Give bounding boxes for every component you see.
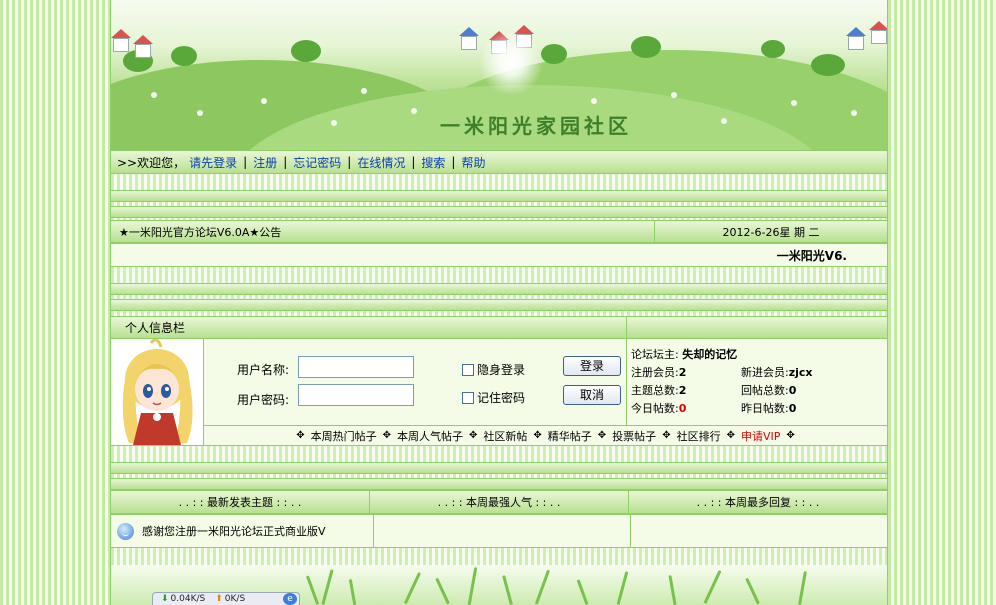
owner-label: 论坛坛主: <box>631 348 679 361</box>
login-link[interactable]: 请先登录 <box>189 154 237 171</box>
nav-separator: | <box>243 155 248 169</box>
today-value: 0 <box>678 402 687 415</box>
divider-strip <box>111 283 887 295</box>
personal-info-panel: 用户名称: 用户密码: 隐身登录 记住密码 登录 取消 论坛坛主: 失却的记忆 … <box>111 339 887 446</box>
top-nav: >>欢迎您， 请先登录 | 注册 | 忘记密码 | 在线情况 | 搜索 | 帮助 <box>111 150 887 174</box>
most-replies-cell <box>631 515 887 547</box>
poll-posts-link[interactable]: 投票帖子 <box>612 428 656 444</box>
latest-topics-cell: 感谢您注册一米阳光论坛正式商业版V <box>111 515 374 547</box>
members-value: 2 <box>678 366 687 379</box>
remember-password-label: 记住密码 <box>477 391 526 405</box>
sun-sparkle <box>476 28 546 98</box>
banner-title: 一米阳光家园社区 <box>440 114 632 138</box>
avatar <box>111 339 204 445</box>
forgot-password-link[interactable]: 忘记密码 <box>293 154 341 171</box>
columns-body: 感谢您注册一米阳光论坛正式商业版V <box>111 514 887 548</box>
password-label: 用户密码: <box>237 393 290 407</box>
yesterday-value: 0 <box>788 402 797 415</box>
divider-strip <box>111 206 887 218</box>
username-input[interactable] <box>298 356 414 378</box>
site-banner: 一米阳光家园社区 <box>111 0 887 150</box>
register-link[interactable]: 注册 <box>253 154 277 171</box>
diamond-icon: ✥ <box>662 430 671 441</box>
upload-arrow-icon: ⬆ <box>215 594 223 604</box>
nav-separator: | <box>283 155 288 169</box>
forum-page: 一米阳光家园社区 >>欢迎您， 请先登录 | 注册 | 忘记密码 | 在线情况 … <box>110 0 888 605</box>
topics-value: 2 <box>678 384 687 397</box>
password-input[interactable] <box>298 384 414 406</box>
network-speed-widget: ⬇ 0.04K/S ⬆ 0K/S e <box>152 592 300 605</box>
diamond-icon: ✥ <box>597 430 607 441</box>
new-member-value[interactable]: zjcx <box>789 366 813 379</box>
diamond-icon: ✥ <box>296 430 305 441</box>
divider-strip <box>111 299 887 311</box>
weekly-popular-cell <box>374 515 631 547</box>
announcement-bar: ★一米阳光官方论坛V6.0A★公告 2012-6-26星 期 二 <box>111 220 887 243</box>
smiley-icon <box>117 522 134 540</box>
cancel-button[interactable]: 取消 <box>563 385 621 405</box>
login-button[interactable]: 登录 <box>563 356 621 376</box>
replies-label: 回帖总数: <box>741 384 789 397</box>
weekly-popular-link[interactable]: 本周人气帖子 <box>397 428 463 444</box>
search-link[interactable]: 搜索 <box>421 154 445 171</box>
weekly-popular-header: . . : : 本周最强人气 : : . . <box>437 496 561 509</box>
new-member-label: 新进会员: <box>741 366 789 379</box>
upload-speed: 0K/S <box>224 594 246 604</box>
diamond-icon: ✥ <box>786 430 795 441</box>
divider-strip <box>111 478 887 490</box>
personal-info-header: 个人信息栏 <box>111 316 887 339</box>
announcement-ticker: 一米阳光V6. <box>111 243 887 267</box>
checkbox-box[interactable] <box>462 391 474 404</box>
personal-info-title: 个人信息栏 <box>125 321 186 335</box>
announcement-title[interactable]: ★一米阳光官方论坛V6.0A★公告 <box>119 224 281 240</box>
welcome-text: >>欢迎您， <box>117 155 186 170</box>
diamond-icon: ✥ <box>469 430 478 441</box>
online-status-link[interactable]: 在线情况 <box>357 154 405 171</box>
browser-icon[interactable]: e <box>283 593 297 605</box>
nav-separator: | <box>451 155 456 169</box>
owner-value[interactable]: 失却的记忆 <box>682 348 737 361</box>
login-form: 用户名称: 用户密码: 隐身登录 记住密码 登录 取消 <box>204 339 627 425</box>
columns-header: . . : : 最新发表主题 : : . . . . : : 本周最强人气 : … <box>111 490 887 514</box>
most-replies-header: . . : : 本周最多回复 : : . . <box>696 496 820 509</box>
nav-separator: | <box>347 155 352 169</box>
divider-strip <box>111 462 887 474</box>
featured-posts-link[interactable]: 精华帖子 <box>548 428 592 444</box>
divider-strip <box>111 190 887 202</box>
rankings-link[interactable]: 社区排行 <box>677 428 721 444</box>
today-label: 今日帖数: <box>631 402 679 415</box>
hidden-login-checkbox[interactable]: 隐身登录 <box>462 361 525 378</box>
latest-topic-link[interactable]: 感谢您注册一米阳光论坛正式商业版V <box>142 523 326 539</box>
weekly-hot-link[interactable]: 本周热门帖子 <box>311 428 377 444</box>
hidden-login-label: 隐身登录 <box>477 363 526 377</box>
diamond-icon: ✥ <box>533 430 542 441</box>
diamond-icon: ✥ <box>726 430 735 441</box>
apply-vip-link[interactable]: 申请VIP <box>741 428 780 444</box>
ticker-text[interactable]: 一米阳光V6. <box>777 247 847 264</box>
new-posts-link[interactable]: 社区新帖 <box>483 428 527 444</box>
current-date: 2012-6-26星 期 二 <box>722 225 820 239</box>
quick-links: ✥ 本周热门帖子 ✥ 本周人气帖子 ✥ 社区新帖 ✥ 精华帖子 ✥ 投票帖子 ✥… <box>204 425 887 445</box>
checkbox-box[interactable] <box>462 363 474 376</box>
help-link[interactable]: 帮助 <box>461 154 485 171</box>
latest-topics-header: . . : : 最新发表主题 : : . . <box>178 496 302 509</box>
forum-stats: 论坛坛主: 失却的记忆 注册会员:2 新进会员:zjcx 主题总数:2 回帖总数… <box>627 339 887 425</box>
topics-label: 主题总数: <box>631 384 679 397</box>
replies-value: 0 <box>788 384 797 397</box>
username-label: 用户名称: <box>237 363 290 377</box>
members-label: 注册会员: <box>631 366 679 379</box>
yesterday-label: 昨日帖数: <box>741 402 789 415</box>
diamond-icon: ✥ <box>382 430 392 441</box>
nav-separator: | <box>411 155 416 169</box>
remember-password-checkbox[interactable]: 记住密码 <box>462 389 525 406</box>
download-speed: 0.04K/S <box>170 594 206 604</box>
download-arrow-icon: ⬇ <box>161 594 169 604</box>
